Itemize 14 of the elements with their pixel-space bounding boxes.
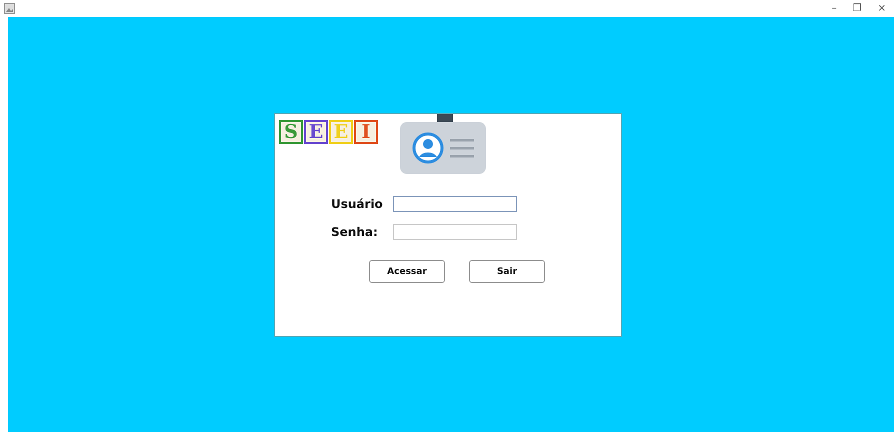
logo-letter: S — [279, 120, 303, 144]
minimize-button[interactable]: – — [832, 3, 837, 14]
logo-letter: E — [329, 120, 353, 144]
close-button[interactable]: × — [878, 3, 886, 14]
restore-button[interactable]: ❐ — [852, 3, 862, 14]
logo-letter: E — [304, 120, 328, 144]
field-label: Usuário — [331, 197, 384, 211]
password-field[interactable] — [393, 224, 517, 240]
logo-letter: I — [354, 120, 378, 144]
field-label: Senha: — [331, 225, 379, 239]
login-button[interactable]: Acessar — [369, 260, 445, 283]
exit-button[interactable]: Sair — [469, 260, 545, 283]
username-field[interactable] — [393, 196, 517, 212]
app-icon — [4, 3, 15, 14]
